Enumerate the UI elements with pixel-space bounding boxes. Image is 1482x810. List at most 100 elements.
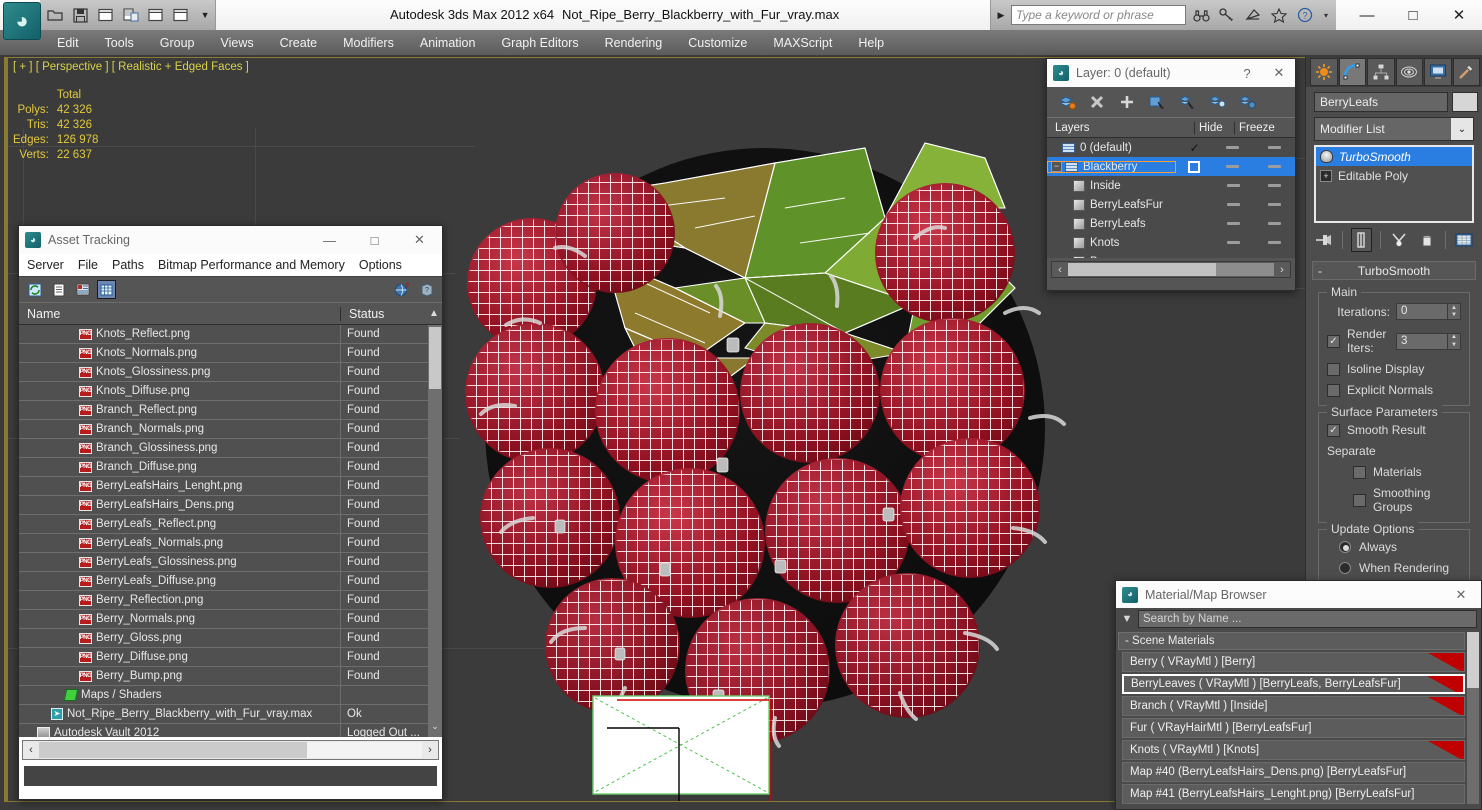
satellite-icon[interactable] [1242, 4, 1264, 26]
layer-row[interactable]: BerryLeafs [1047, 214, 1295, 233]
asset-path-field[interactable] [22, 764, 439, 788]
menu-item-create[interactable]: Create [267, 30, 331, 56]
modifier-stack-entry[interactable]: TurboSmooth [1316, 147, 1472, 166]
material-list-item[interactable]: Berry ( VRayMtl ) [Berry] [1122, 652, 1465, 672]
table-row[interactable]: Autodesk Vault 2012 Logged Out ... [19, 723, 442, 737]
material-map-browser[interactable]: ◕ Material/Map Browser ✕ ▼ Search by Nam… [1115, 580, 1482, 810]
table-row[interactable]: PNG Berry_Gloss.png Found [19, 628, 442, 648]
table-row[interactable]: PNG Branch_Diffuse.png Found [19, 457, 442, 477]
material-list-item[interactable]: Map #40 (BerryLeafsHairs_Dens.png) [Berr… [1122, 762, 1465, 782]
table-row[interactable]: PNG BerryLeafs_Reflect.png Found [19, 514, 442, 534]
save-file-icon[interactable] [71, 5, 91, 25]
smooth-result-checkbox[interactable]: ✓ [1327, 423, 1340, 437]
freeze-dash-icon[interactable] [1267, 222, 1281, 225]
hierarchy-tab[interactable] [1367, 58, 1395, 86]
layer-row[interactable]: − Blackberry [1047, 157, 1295, 176]
undo-icon[interactable] [96, 5, 116, 25]
modifier-enabled-icon[interactable] [1320, 150, 1333, 163]
hide-dash-icon[interactable] [1226, 146, 1240, 149]
table-row[interactable]: PNG Berry_Normals.png Found [19, 609, 442, 629]
material-browser-scroll-thumb[interactable] [1467, 632, 1479, 688]
asset-horizontal-scrollbar[interactable]: ‹ › [22, 740, 439, 760]
material-browser-body[interactable]: - Scene Materials Berry ( VRayMtl ) [Ber… [1116, 630, 1481, 806]
open-file-icon[interactable] [46, 5, 66, 25]
explicit-normals-checkbox[interactable] [1327, 383, 1340, 397]
asset-menu-options[interactable]: Options [359, 258, 402, 272]
layer-row[interactable]: BerryLeafsFur [1047, 195, 1295, 214]
asset-menu-bitmap-performance[interactable]: Bitmap Performance and Memory [158, 258, 345, 272]
freeze-cell[interactable] [1254, 203, 1295, 206]
remove-layer-icon[interactable] [1087, 92, 1107, 112]
material-search-input[interactable]: Search by Name ... [1138, 610, 1477, 628]
freeze-dash-icon[interactable] [1267, 184, 1281, 187]
material-list-item[interactable]: BerryLeaves ( VRayMtl ) [BerryLeafs, Ber… [1122, 674, 1465, 694]
asset-minimize-button[interactable]: — [307, 226, 352, 254]
material-browser-close-button[interactable]: ✕ [1441, 581, 1481, 608]
close-button[interactable]: ✕ [1436, 0, 1482, 30]
expander-icon[interactable]: − [1051, 161, 1062, 172]
rollout-collapse-icon[interactable]: - [1318, 264, 1322, 278]
application-menu-button[interactable]: ◕ [3, 2, 41, 40]
layer-properties-icon[interactable] [1237, 92, 1257, 112]
list-view-icon[interactable] [49, 280, 68, 299]
material-list-item[interactable]: Fur ( VRayHairMtl ) [BerryLeafsFur] [1122, 718, 1465, 738]
layer-row[interactable]: Knots [1047, 233, 1295, 252]
modify-tab[interactable] [1338, 58, 1366, 86]
table-row[interactable]: PNG Knots_Normals.png Found [19, 343, 442, 363]
table-row[interactable]: PNG BerryLeafsHairs_Dens.png Found [19, 495, 442, 515]
star-icon[interactable] [1268, 4, 1290, 26]
make-unique-icon[interactable] [1388, 228, 1408, 252]
table-row[interactable]: PNG Branch_Reflect.png Found [19, 400, 442, 420]
current-layer-check-icon[interactable]: ✓ [1189, 141, 1199, 155]
column-header-layers[interactable]: Layers [1047, 121, 1195, 134]
menu-item-modifiers[interactable]: Modifiers [330, 30, 407, 56]
asset-tracking-dialog[interactable]: ◕ Asset Tracking — □ ✕ Server File Paths… [18, 225, 443, 800]
table-row[interactable]: Maps / Shaders [19, 685, 442, 705]
new-scene-icon[interactable] [145, 5, 165, 25]
layer-row[interactable]: 0 (default) ✓ [1047, 138, 1295, 157]
maximize-button[interactable]: □ [1390, 0, 1436, 30]
separate-smoothing-groups-checkbox[interactable] [1353, 493, 1366, 507]
asset-menu-paths[interactable]: Paths [112, 258, 144, 272]
layer-hscroll-right-icon[interactable]: › [1274, 264, 1290, 276]
freeze-cell[interactable] [1253, 146, 1295, 149]
show-end-result-icon[interactable] [1351, 228, 1372, 252]
hide-dash-icon[interactable] [1226, 241, 1240, 244]
table-row[interactable]: PNG Branch_Glossiness.png Found [19, 438, 442, 458]
menu-item-rendering[interactable]: Rendering [592, 30, 676, 56]
table-row[interactable]: PNG BerryLeafsHairs_Lenght.png Found [19, 476, 442, 496]
column-header-hide[interactable]: Hide [1195, 121, 1235, 134]
asset-scroll-down-icon[interactable]: ⌄ [429, 721, 441, 735]
freeze-dash-icon[interactable] [1267, 146, 1281, 149]
expand-icon[interactable]: + [1320, 169, 1332, 182]
select-highlight-icon[interactable] [1177, 92, 1197, 112]
viewport-label[interactable]: [ + ] [ Perspective ] [ Realistic + Edge… [13, 61, 249, 73]
asset-vertical-scrollbar[interactable]: ⌄ [428, 325, 442, 737]
render-iters-checkbox[interactable]: ✓ [1327, 334, 1340, 348]
table-row[interactable]: PNG BerryLeafs_Normals.png Found [19, 533, 442, 553]
sort-arrow-icon[interactable]: ▲ [426, 308, 442, 319]
layer-help-button[interactable]: ? [1231, 59, 1263, 87]
menu-item-customize[interactable]: Customize [675, 30, 760, 56]
globe-help-icon[interactable]: ? [392, 280, 411, 299]
layer-row[interactable]: Berry [1047, 252, 1295, 258]
layer-row[interactable]: Inside [1047, 176, 1295, 195]
asset-close-button[interactable]: ✕ [397, 226, 442, 254]
column-header-freeze[interactable]: Freeze [1235, 122, 1283, 134]
remove-modifier-icon[interactable] [1417, 228, 1437, 252]
separate-materials-checkbox[interactable] [1353, 465, 1366, 479]
asset-scroll-thumb[interactable] [429, 327, 441, 389]
freeze-dash-icon[interactable] [1267, 203, 1281, 206]
column-header-name[interactable]: Name [19, 306, 341, 321]
asset-menu-file[interactable]: File [78, 258, 98, 272]
menu-item-animation[interactable]: Animation [407, 30, 489, 56]
render-iters-spinner[interactable]: ▲ ▼ [1448, 332, 1461, 350]
column-header-status[interactable]: Status [341, 307, 426, 321]
menu-item-graph-editors[interactable]: Graph Editors [488, 30, 591, 56]
vault-help-icon[interactable]: ? [417, 280, 436, 299]
object-color-swatch[interactable] [1452, 92, 1478, 112]
freeze-cell[interactable] [1254, 241, 1295, 244]
redo-icon[interactable] [121, 5, 141, 25]
iterations-spinner[interactable]: ▲ ▼ [1448, 303, 1461, 320]
modifier-list-dropdown[interactable]: Modifier List ⌄ [1314, 117, 1474, 141]
